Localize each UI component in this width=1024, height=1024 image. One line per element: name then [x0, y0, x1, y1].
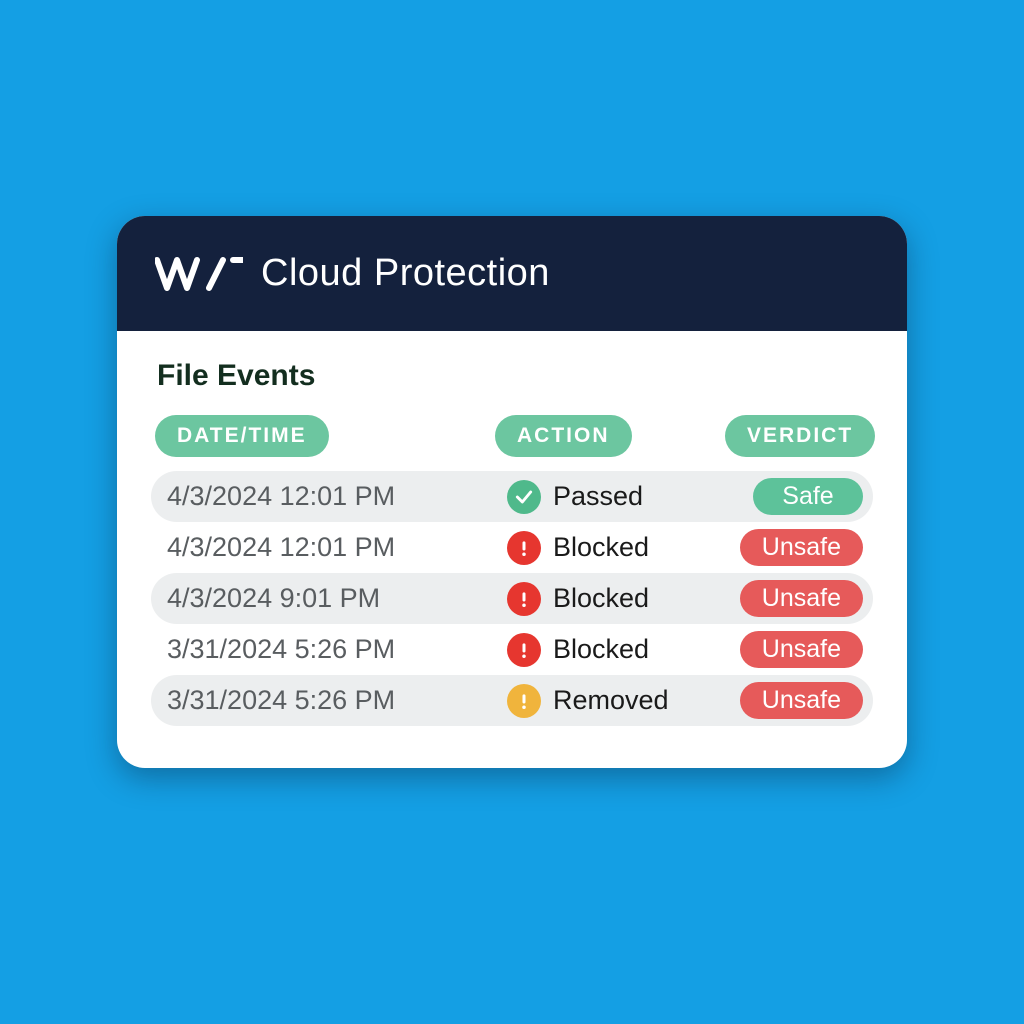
table-row[interactable]: 4/3/2024 12:01 PM Passed Safe — [151, 471, 873, 522]
col-header-action: ACTION — [495, 415, 632, 457]
verdict-badge: Unsafe — [740, 682, 863, 719]
cell-verdict: Unsafe — [737, 631, 863, 668]
col-header-verdict: VERDICT — [725, 415, 875, 457]
action-label: Blocked — [553, 634, 649, 665]
table-row[interactable]: 3/31/2024 5:26 PM Removed Unsafe — [151, 675, 873, 726]
cell-verdict: Safe — [737, 478, 863, 515]
alert-circle-icon — [507, 684, 541, 718]
cell-date: 3/31/2024 5:26 PM — [167, 634, 507, 665]
table-row[interactable]: 3/31/2024 5:26 PM Blocked Unsafe — [151, 624, 873, 675]
verdict-badge: Unsafe — [740, 529, 863, 566]
column-headers: DATE/TIME ACTION VERDICT — [151, 415, 873, 457]
cell-verdict: Unsafe — [737, 529, 863, 566]
card-header: Cloud Protection — [117, 216, 907, 331]
cell-action: Blocked — [507, 633, 737, 667]
action-label: Passed — [553, 481, 643, 512]
table-row[interactable]: 4/3/2024 9:01 PM Blocked Unsafe — [151, 573, 873, 624]
cell-date: 3/31/2024 5:26 PM — [167, 685, 507, 716]
verdict-badge: Safe — [753, 478, 863, 515]
cell-date: 4/3/2024 12:01 PM — [167, 481, 507, 512]
action-label: Blocked — [553, 532, 649, 563]
alert-circle-icon — [507, 531, 541, 565]
header-title: Cloud Protection — [261, 252, 550, 295]
brand-logo-icon — [155, 256, 243, 292]
action-label: Removed — [553, 685, 669, 716]
section-title: File Events — [157, 359, 873, 393]
cell-verdict: Unsafe — [737, 682, 863, 719]
action-label: Blocked — [553, 583, 649, 614]
cell-action: Blocked — [507, 582, 737, 616]
cell-action: Blocked — [507, 531, 737, 565]
alert-circle-icon — [507, 633, 541, 667]
verdict-badge: Unsafe — [740, 580, 863, 617]
cell-action: Removed — [507, 684, 737, 718]
cell-date: 4/3/2024 12:01 PM — [167, 532, 507, 563]
cell-date: 4/3/2024 9:01 PM — [167, 583, 507, 614]
col-header-date: DATE/TIME — [155, 415, 329, 457]
check-circle-icon — [507, 480, 541, 514]
cell-action: Passed — [507, 480, 737, 514]
cell-verdict: Unsafe — [737, 580, 863, 617]
events-card: Cloud Protection File Events DATE/TIME A… — [117, 216, 907, 768]
alert-circle-icon — [507, 582, 541, 616]
verdict-badge: Unsafe — [740, 631, 863, 668]
table-row[interactable]: 4/3/2024 12:01 PM Blocked Unsafe — [151, 522, 873, 573]
event-rows: 4/3/2024 12:01 PMPassedSafe4/3/2024 12:0… — [151, 471, 873, 726]
card-body: File Events DATE/TIME ACTION VERDICT 4/3… — [117, 331, 907, 768]
